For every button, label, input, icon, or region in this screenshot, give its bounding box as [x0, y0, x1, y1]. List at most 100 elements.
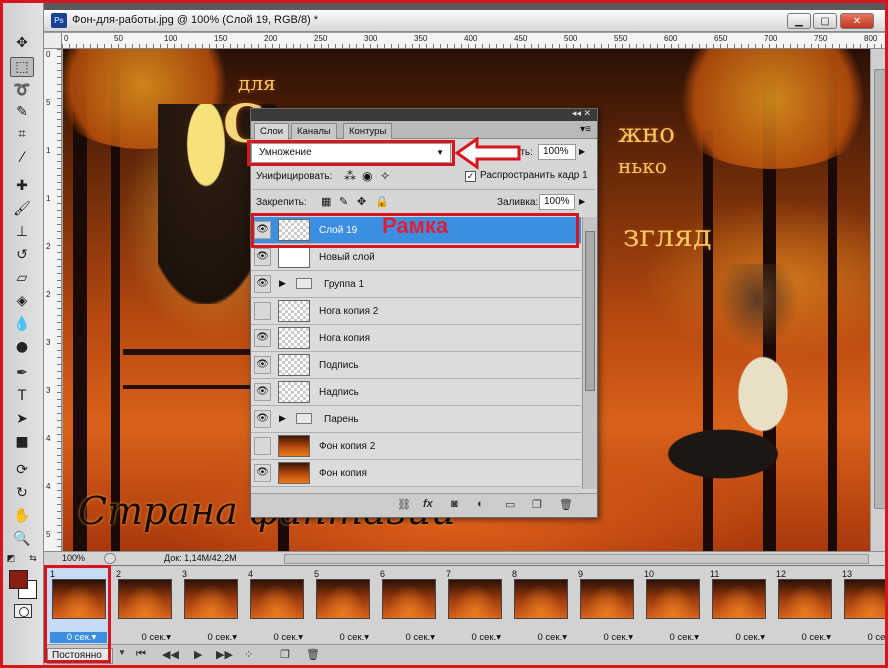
3d-rotate-tool-icon[interactable]: ⟳	[10, 460, 34, 480]
frame-delay-select[interactable]: 0 сек.▾	[207, 632, 237, 643]
move-tool-icon[interactable]: ✥	[10, 33, 34, 53]
tab-layers[interactable]: Слои	[254, 123, 290, 140]
swap-colors-icon[interactable]: ⇆	[26, 549, 40, 569]
tween-icon[interactable]: ⁘	[244, 648, 253, 661]
frame-delay-select[interactable]: 0 сек.▾	[537, 632, 567, 643]
unify-style-icon[interactable]: ✧	[380, 169, 390, 183]
document-size-info[interactable]: Док: 1,14M/42,2M	[164, 553, 237, 563]
opacity-slider-icon[interactable]: ▶	[579, 147, 585, 156]
maximize-button[interactable]: ▢	[813, 13, 837, 29]
new-layer-icon[interactable]: ❐	[532, 498, 542, 511]
quick-mask-icon[interactable]	[14, 604, 32, 618]
next-frame-icon[interactable]: ▶▶	[216, 648, 233, 661]
layer-list-scrollbar[interactable]	[582, 217, 597, 489]
eye-icon[interactable]: 👁	[254, 383, 271, 401]
unify-position-icon[interactable]: ⁂	[344, 169, 356, 183]
link-layers-icon[interactable]: ⛓	[397, 498, 411, 511]
panel-header[interactable]: ◂◂ ✕	[251, 108, 597, 121]
eye-icon[interactable]: 👁	[254, 275, 271, 293]
eraser-tool-icon[interactable]: ▱	[10, 268, 34, 288]
expand-triangle-icon[interactable]: ▶	[279, 278, 286, 289]
chevron-down-icon[interactable]: ▼	[118, 648, 126, 657]
paint-bucket-tool-icon[interactable]: ◈	[10, 291, 34, 311]
fill-slider-icon[interactable]: ▶	[579, 197, 585, 206]
animation-frame[interactable]: 7 0 сек.▾	[443, 569, 505, 645]
frame-delay-select[interactable]: 0 сек.▾	[801, 632, 831, 643]
frame-delay-select[interactable]: 0 сек.▾	[669, 632, 699, 643]
marquee-tool-icon[interactable]: ⬚	[10, 57, 34, 77]
horizontal-ruler[interactable]: 0 50 100 150 200 250 300 350 400 450 500…	[62, 33, 888, 49]
healing-brush-tool-icon[interactable]: ✚	[10, 176, 34, 196]
eye-hidden-icon[interactable]: ·	[254, 302, 271, 320]
lock-transparency-icon[interactable]: ▦	[321, 195, 331, 208]
scrollbar-thumb[interactable]	[874, 69, 886, 509]
animation-frame[interactable]: 2 0 сек.▾	[113, 569, 175, 645]
duplicate-frame-icon[interactable]: ❐	[280, 648, 290, 661]
layer-style-icon[interactable]: fx	[423, 498, 433, 510]
shape-tool-icon[interactable]: ■	[10, 432, 34, 452]
animation-frame[interactable]: 3 0 сек.▾	[179, 569, 241, 645]
layer-row[interactable]: 👁 Новый слой	[251, 244, 581, 271]
layer-row[interactable]: · Фон копия 2	[251, 433, 581, 460]
frame-delay-select[interactable]: 0 сек.▾	[339, 632, 369, 643]
history-brush-tool-icon[interactable]: ↺	[10, 245, 34, 265]
animation-frame[interactable]: 9 0 сек.▾	[575, 569, 637, 645]
quick-select-tool-icon[interactable]: ✎	[10, 102, 34, 122]
vertical-scrollbar[interactable]	[870, 49, 888, 551]
default-colors-icon[interactable]: ◩	[4, 549, 18, 569]
panel-menu-icon[interactable]: ▾≡	[580, 124, 591, 135]
document-titlebar[interactable]: Ps Фон-для-работы.jpg @ 100% (Слой 19, R…	[44, 10, 888, 32]
path-select-tool-icon[interactable]: ➤	[10, 409, 34, 429]
layer-row[interactable]: 👁 Надпись	[251, 379, 581, 406]
opacity-input[interactable]: 100%	[538, 144, 576, 160]
trash-icon[interactable]: 🗑	[559, 498, 573, 511]
layer-row[interactable]: · Нога копия 2	[251, 298, 581, 325]
animation-frame[interactable]: 8 0 сек.▾	[509, 569, 571, 645]
previous-frame-icon[interactable]: ◀◀	[162, 648, 179, 661]
type-tool-icon[interactable]: T	[10, 386, 34, 406]
trash-icon[interactable]: 🗑	[306, 648, 320, 661]
animation-frame[interactable]: 13 0 сек.▾	[839, 569, 888, 645]
new-group-icon[interactable]: ▭	[505, 498, 515, 511]
hand-tool-icon[interactable]: ✋	[10, 506, 34, 526]
pen-tool-icon[interactable]: ✒	[10, 363, 34, 383]
adjustment-layer-icon[interactable]: ◐	[477, 498, 484, 510]
horizontal-scrollbar[interactable]	[284, 554, 869, 564]
eye-icon[interactable]: 👁	[254, 248, 271, 266]
tab-paths[interactable]: Контуры	[343, 123, 393, 139]
clone-stamp-tool-icon[interactable]: ⊥	[10, 222, 34, 242]
minimize-button[interactable]: ▁	[787, 13, 811, 29]
frame-delay-select[interactable]: 0 сек.▾	[867, 632, 888, 643]
frame-delay-select[interactable]: 0 сек.▾	[141, 632, 171, 643]
crop-tool-icon[interactable]: ⌗	[10, 124, 34, 144]
animation-frame[interactable]: 5 0 сек.▾	[311, 569, 373, 645]
first-frame-icon[interactable]: ⏮	[136, 648, 146, 661]
layer-mask-icon[interactable]: ◙	[451, 498, 458, 510]
lock-pixels-icon[interactable]: ✎	[339, 195, 348, 208]
expand-triangle-icon[interactable]: ▶	[279, 413, 286, 424]
frame-delay-select[interactable]: 0 сек.▾	[471, 632, 501, 643]
animation-frame[interactable]: 10 0 сек.▾	[641, 569, 703, 645]
animation-frame[interactable]: 12 0 сек.▾	[773, 569, 835, 645]
eye-icon[interactable]: 👁	[254, 410, 271, 428]
foreground-color-swatch[interactable]	[9, 570, 28, 589]
brush-tool-icon[interactable]: 🖌	[10, 199, 34, 219]
layer-group-row[interactable]: 👁 ▶ Группа 1	[251, 271, 581, 298]
3d-orbit-tool-icon[interactable]: ↻	[10, 483, 34, 503]
unify-visibility-icon[interactable]: ◉	[362, 169, 372, 183]
fill-input[interactable]: 100%	[539, 194, 575, 210]
eye-icon[interactable]: 👁	[254, 356, 271, 374]
blur-tool-icon[interactable]: 💧	[10, 314, 34, 334]
vertical-ruler[interactable]: 0 5 1 1 2 2 3 3 4 4 5	[44, 49, 62, 551]
collapse-icon[interactable]: ◂◂ ✕	[572, 108, 591, 119]
play-icon[interactable]: ▶	[194, 648, 202, 661]
propagate-frame-checkbox[interactable]: ✓	[465, 171, 476, 182]
frame-delay-select[interactable]: 0 сек.▾	[603, 632, 633, 643]
close-button[interactable]: ✕	[840, 13, 874, 29]
zoom-menu-icon[interactable]	[104, 553, 116, 564]
animation-frame[interactable]: 4 0 сек.▾	[245, 569, 307, 645]
eye-icon[interactable]: 👁	[254, 464, 271, 482]
frame-delay-select[interactable]: 0 сек.▾	[405, 632, 435, 643]
eye-hidden-icon[interactable]: ·	[254, 437, 271, 455]
layer-row[interactable]: 👁 Фон копия	[251, 460, 581, 487]
